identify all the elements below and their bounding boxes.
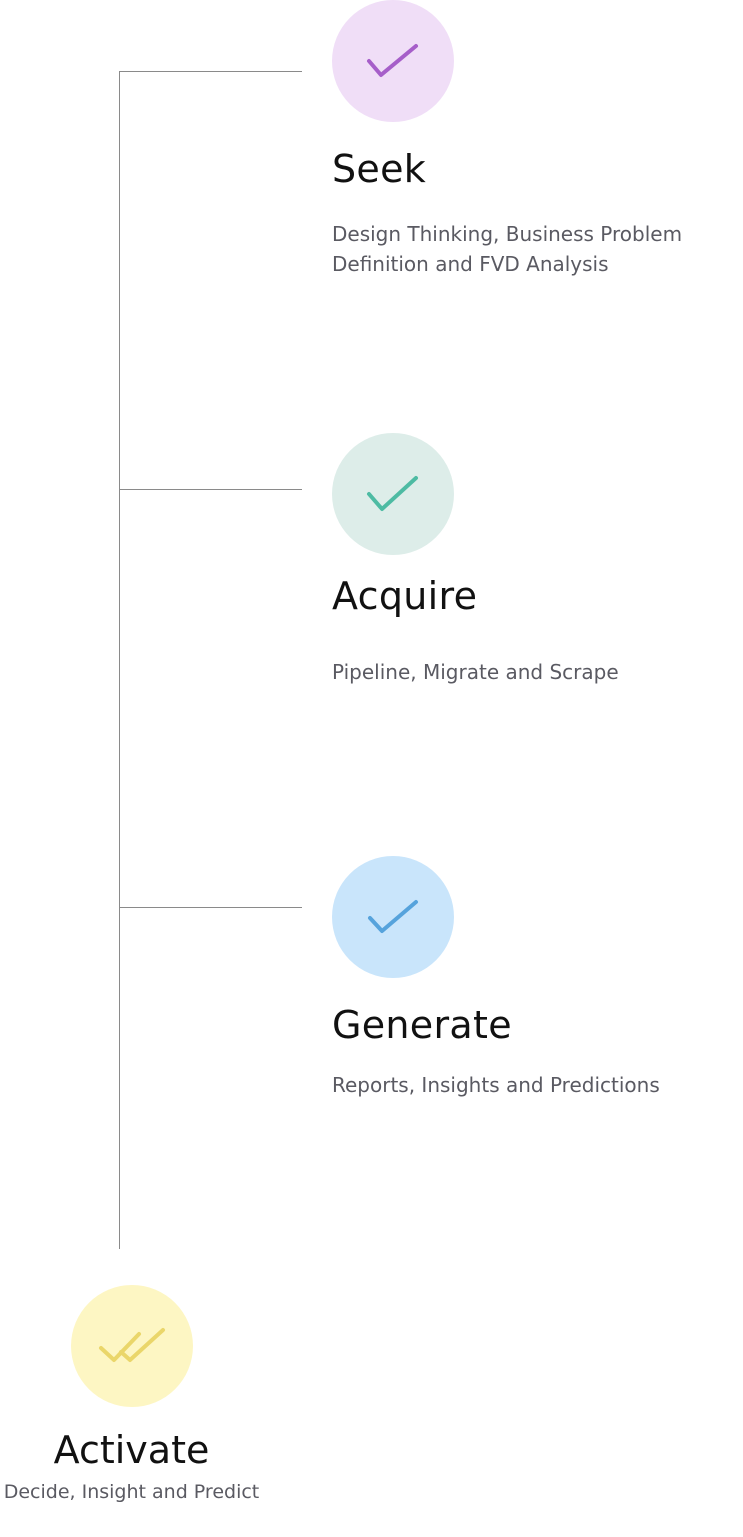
check-icon (368, 900, 418, 933)
step-seek-description: Design Thinking, Business Problem Defini… (332, 222, 683, 276)
connector-line-acquire (119, 489, 302, 490)
step-activate-description: Decide, Insight and Predict (3, 1481, 260, 1503)
step-generate-description: Reports, Insights and Predictions (332, 1073, 660, 1097)
step-activate-icon-circle (71, 1285, 193, 1407)
connector-line-seek (119, 71, 302, 72)
double-check-icon (99, 1328, 165, 1362)
step-generate-title: Generate (332, 1003, 512, 1047)
check-icon (367, 476, 418, 511)
step-generate-icon-circle (332, 856, 454, 978)
timeline-vertical-line (119, 71, 120, 1249)
check-icon (367, 44, 418, 77)
step-activate-title: Activate (53, 1428, 210, 1472)
step-acquire-icon-circle (332, 433, 454, 555)
step-acquire-title: Acquire (332, 574, 478, 618)
step-seek-icon-circle (332, 0, 454, 122)
step-seek-title: Seek (332, 147, 427, 191)
step-acquire-description: Pipeline, Migrate and Scrape (332, 660, 619, 684)
connector-line-generate (119, 907, 302, 908)
